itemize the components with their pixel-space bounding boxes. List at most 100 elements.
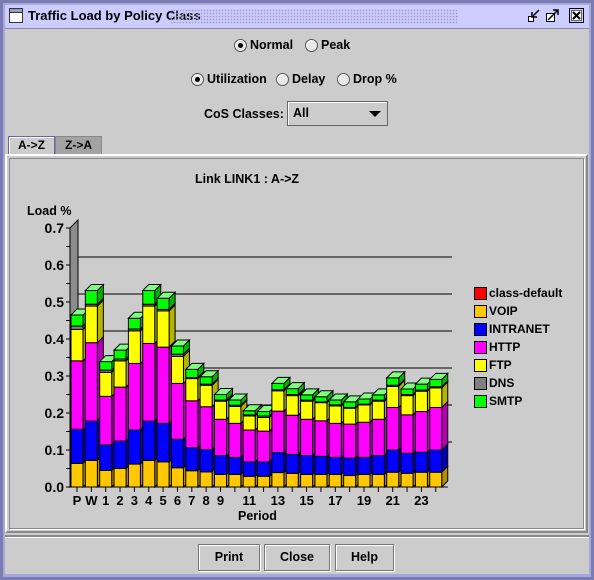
bar-smtp-segment xyxy=(400,388,414,395)
bar-ftp-segment xyxy=(70,328,84,362)
bar-voip-segment xyxy=(386,471,400,488)
radio-indicator xyxy=(191,73,204,86)
bar-voip-segment xyxy=(70,462,84,488)
bar-intranet-segment xyxy=(314,455,328,475)
x-tick-label: 1 xyxy=(102,493,109,508)
y-tick-label: 0.1 xyxy=(45,442,65,458)
bar-voip-segment xyxy=(414,471,428,488)
bar-http-segment xyxy=(199,406,213,451)
bar-smtp-segment xyxy=(214,394,227,401)
bar-http-segment xyxy=(70,360,84,430)
tab-z-to-a[interactable]: Z->A xyxy=(55,136,102,154)
legend-swatch xyxy=(474,377,487,390)
bar-http-segment xyxy=(371,418,385,457)
bar-intranet-segment xyxy=(328,456,342,475)
bar-http-segment xyxy=(228,422,242,458)
title-bar[interactable]: Traffic Load by Policy Class xyxy=(5,5,589,29)
bar-smtp-segment xyxy=(429,378,443,388)
bar-smtp-segment xyxy=(271,382,285,391)
bar-voip-segment xyxy=(257,475,271,488)
bar-intranet-segment xyxy=(400,452,414,474)
bar-intranet-segment xyxy=(199,449,213,473)
cos-classes-label: CoS Classes: xyxy=(204,107,284,121)
bar-smtp-segment xyxy=(170,345,184,355)
help-button[interactable]: Help xyxy=(335,544,394,571)
bar-smtp-segment xyxy=(99,361,113,371)
bar-ftp-segment xyxy=(257,416,271,432)
tab-a-to-z[interactable]: A->Z xyxy=(8,136,55,154)
x-tick-label: 6 xyxy=(174,493,181,508)
bar-ftp-segment xyxy=(328,405,342,424)
bar-smtp-segment xyxy=(328,399,342,406)
bar-voip-segment xyxy=(214,473,227,488)
x-tick-label: 23 xyxy=(414,493,428,508)
bar-intranet-segment xyxy=(257,461,271,477)
legend-label: DNS xyxy=(489,376,515,390)
close-button[interactable]: Close xyxy=(264,544,330,571)
bar-voip-segment xyxy=(199,471,213,488)
legend-swatch xyxy=(474,287,487,300)
bar-ftp-segment xyxy=(113,360,127,388)
bar-ftp-segment xyxy=(357,404,371,423)
bar-smtp-segment xyxy=(300,394,314,401)
bar-ftp-segment xyxy=(314,402,328,422)
cos-classes-select[interactable]: All xyxy=(287,101,388,126)
bar-ftp-segment xyxy=(170,355,184,384)
bar-intranet-segment xyxy=(127,429,141,465)
print-button[interactable]: Print xyxy=(198,544,260,571)
bar-voip-segment xyxy=(328,473,342,488)
bar-voip-segment xyxy=(271,472,285,488)
legend-swatch xyxy=(474,305,487,318)
bar-smtp-segment xyxy=(199,376,213,385)
bar-ftp-side xyxy=(168,303,176,349)
y-tick-label: 0.4 xyxy=(45,331,65,347)
legend-swatch xyxy=(474,323,487,336)
x-tick-label: 11 xyxy=(242,493,256,508)
iconify-icon xyxy=(528,9,540,22)
bar-voip-segment xyxy=(127,463,141,488)
bar-voip-segment xyxy=(429,471,443,488)
bar-voip-segment xyxy=(371,473,385,488)
x-tick-label: 7 xyxy=(188,493,195,508)
bar-intranet-segment xyxy=(214,455,227,475)
maximize-button[interactable] xyxy=(545,8,560,23)
bar-ftp-segment xyxy=(386,385,400,408)
bar-voip-segment xyxy=(357,473,371,488)
x-tick-label: 5 xyxy=(159,493,166,508)
bar-http-segment xyxy=(357,421,371,458)
x-tick-label: 2 xyxy=(116,493,123,508)
title-bar-grip[interactable] xyxy=(170,9,458,24)
x-tick-label: 3 xyxy=(131,493,138,508)
cos-classes-value: All xyxy=(293,106,309,120)
bar-smtp-segment xyxy=(127,317,141,330)
bar-intranet-segment xyxy=(343,457,357,477)
bar-ftp-segment xyxy=(156,310,170,348)
bar-voip-segment xyxy=(156,461,170,488)
radio-label: Delay xyxy=(292,72,326,86)
bar-http-segment xyxy=(343,423,357,459)
bar-voip-segment xyxy=(285,472,299,488)
y-tick-label: 0.3 xyxy=(45,368,65,384)
bar-http-segment xyxy=(314,420,328,457)
chevron-down-icon xyxy=(369,111,381,117)
bar-ftp-segment xyxy=(127,330,141,364)
bar-smtp-segment xyxy=(228,399,242,406)
bar-ftp-segment xyxy=(228,405,242,424)
bar-intranet-segment xyxy=(142,420,156,461)
bar-smtp-segment xyxy=(257,411,271,417)
legend-label: class-default xyxy=(489,286,563,300)
close-window-button[interactable] xyxy=(569,8,584,23)
radio-label: Drop % xyxy=(353,72,397,86)
bar-ftp-segment xyxy=(199,384,213,408)
bar-ftp-segment xyxy=(242,415,256,431)
bar-smtp-segment xyxy=(314,396,328,403)
y-tick-label: 0.6 xyxy=(45,257,65,273)
bar-ftp-segment xyxy=(343,407,357,425)
bar-voip-segment xyxy=(314,473,328,488)
bar-voip-segment xyxy=(400,472,414,488)
bar-intranet-segment xyxy=(185,447,199,472)
bar-smtp-segment xyxy=(343,401,357,408)
maximize-icon xyxy=(546,9,559,22)
iconify-button[interactable] xyxy=(527,8,542,23)
bar-intranet-segment xyxy=(414,451,428,473)
